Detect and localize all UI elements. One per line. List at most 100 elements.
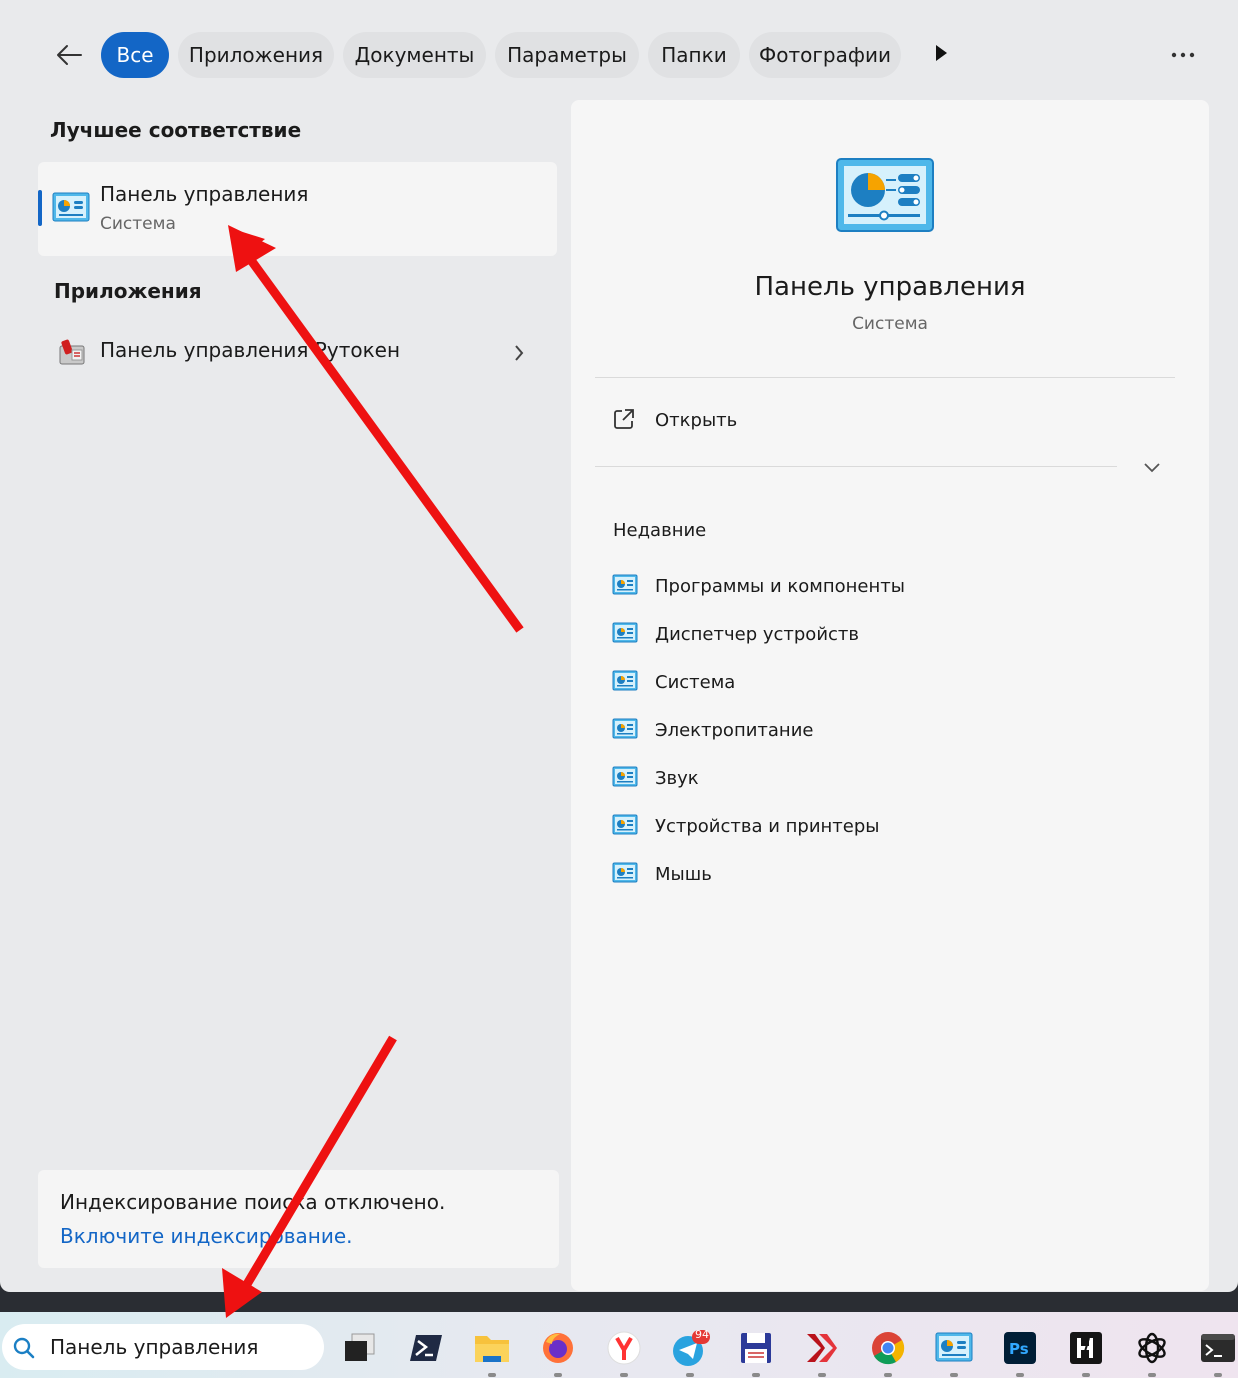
taskbar: 94 Ps	[0, 1312, 1238, 1378]
running-indicator	[1214, 1373, 1222, 1377]
running-indicator	[488, 1373, 496, 1377]
detail-panel: Панель управления Система Открыть Недавн…	[571, 100, 1209, 1291]
control-panel-icon	[52, 192, 90, 222]
divider	[595, 377, 1175, 378]
search-icon	[13, 1337, 35, 1359]
detail-subtitle: Система	[852, 314, 928, 334]
enable-indexing-link[interactable]: Включите индексирование.	[60, 1224, 353, 1248]
recent-item[interactable]: Система	[595, 660, 1175, 704]
taskbar-chrome[interactable]	[868, 1328, 908, 1377]
rutoken-icon	[59, 339, 85, 365]
taskbar-save-app[interactable]	[736, 1328, 776, 1377]
indexing-message: Индексирование поиска отключено.	[60, 1190, 446, 1214]
filter-folders[interactable]: Папки	[648, 32, 740, 78]
back-button[interactable]	[52, 38, 86, 72]
recent-item[interactable]: Электропитание	[595, 708, 1175, 752]
running-indicator	[752, 1373, 760, 1377]
task-view-icon	[345, 1333, 375, 1361]
taskbar-photoshop[interactable]: Ps	[1000, 1328, 1040, 1377]
recent-item-label: Устройства и принтеры	[655, 816, 880, 837]
play-icon	[936, 45, 947, 61]
control-panel-icon	[612, 862, 638, 883]
taskbar-task-view[interactable]	[340, 1328, 380, 1368]
taskbar-h-app[interactable]	[1066, 1328, 1106, 1377]
recent-heading: Недавние	[613, 520, 707, 541]
taskbar-yandex-browser[interactable]	[604, 1328, 644, 1377]
recent-item[interactable]: Устройства и принтеры	[595, 804, 1175, 848]
running-indicator	[1016, 1373, 1024, 1377]
recent-item-label: Мышь	[655, 864, 712, 885]
recent-item[interactable]: Программы и компоненты	[595, 564, 1175, 608]
indexing-notice: Индексирование поиска отключено. Включит…	[38, 1170, 559, 1268]
taskbar-xmind[interactable]	[802, 1328, 842, 1377]
running-indicator	[620, 1373, 628, 1377]
app-result-title: Панель управления Рутокен	[100, 338, 401, 362]
divider	[595, 466, 1117, 467]
control-panel-icon	[612, 814, 638, 835]
running-indicator	[686, 1373, 694, 1377]
best-match-result[interactable]: Панель управления Система	[38, 162, 557, 256]
running-indicator	[884, 1373, 892, 1377]
app-result-rutoken[interactable]: Панель управления Рутокен	[38, 324, 557, 380]
recent-item[interactable]: Диспетчер устройств	[595, 612, 1175, 656]
search-window: Все Приложения Документы Параметры Папки…	[0, 0, 1238, 1292]
floppy-disk-icon	[741, 1333, 771, 1363]
taskbar-search-box[interactable]	[2, 1324, 324, 1370]
taskbar-file-explorer[interactable]	[472, 1328, 512, 1377]
control-panel-icon	[612, 670, 638, 691]
control-panel-icon	[612, 574, 638, 595]
selection-indicator	[38, 190, 42, 226]
chevron-down-icon[interactable]	[1141, 456, 1163, 478]
taskbar-firefox[interactable]	[538, 1328, 578, 1377]
chrome-icon	[872, 1332, 905, 1365]
back-arrow-icon	[57, 45, 82, 65]
firefox-icon	[543, 1333, 573, 1363]
filter-apps[interactable]: Приложения	[178, 32, 334, 78]
control-panel-icon	[612, 718, 638, 739]
running-indicator	[554, 1373, 562, 1377]
svg-text:Ps: Ps	[1009, 1340, 1029, 1358]
yandex-browser-icon	[607, 1331, 641, 1365]
taskbar-chatgpt[interactable]	[1132, 1328, 1172, 1377]
running-indicator	[1148, 1373, 1156, 1377]
running-indicator	[818, 1373, 826, 1377]
recent-item-label: Система	[655, 672, 736, 693]
telegram-badge: 94	[695, 1328, 709, 1341]
recent-item-label: Программы и компоненты	[655, 576, 905, 597]
open-action[interactable]: Открыть	[595, 396, 1175, 446]
taskbar-telegram[interactable]: 94	[670, 1328, 710, 1377]
control-panel-icon	[836, 158, 934, 232]
recent-item-label: Диспетчер устройств	[655, 624, 860, 645]
chatgpt-icon	[1138, 1332, 1166, 1364]
control-panel-icon	[612, 622, 638, 643]
taskbar-search-input[interactable]	[50, 1332, 312, 1362]
recent-item[interactable]: Мышь	[595, 852, 1175, 896]
chevron-right-icon[interactable]	[512, 342, 526, 364]
filter-documents[interactable]: Документы	[343, 32, 486, 78]
xmind-icon	[807, 1334, 837, 1362]
taskbar-powershell[interactable]	[406, 1328, 446, 1368]
folder-icon	[475, 1336, 509, 1362]
recent-item-label: Электропитание	[655, 720, 814, 741]
apps-heading: Приложения	[54, 279, 202, 303]
detail-title: Панель управления	[754, 272, 1026, 302]
taskbar-terminal[interactable]	[1198, 1328, 1238, 1377]
recent-item-label: Звук	[655, 768, 699, 789]
running-indicator	[1082, 1373, 1090, 1377]
best-match-subtitle: Система	[100, 214, 176, 234]
more-options-button[interactable]	[1166, 40, 1200, 70]
h-app-icon	[1070, 1332, 1102, 1364]
terminal-icon	[1201, 1334, 1235, 1362]
open-external-icon	[614, 409, 634, 429]
running-indicator	[950, 1373, 958, 1377]
filter-photos[interactable]: Фотографии	[749, 32, 901, 78]
filter-all[interactable]: Все	[101, 32, 169, 78]
filter-settings[interactable]: Параметры	[495, 32, 639, 78]
recent-item[interactable]: Звук	[595, 756, 1175, 800]
more-filters-button[interactable]	[934, 44, 954, 66]
taskbar-control-panel[interactable]	[934, 1328, 974, 1377]
open-label: Открыть	[655, 410, 738, 431]
control-panel-icon	[935, 1332, 973, 1362]
powershell-icon	[410, 1335, 442, 1361]
control-panel-icon	[612, 766, 638, 787]
